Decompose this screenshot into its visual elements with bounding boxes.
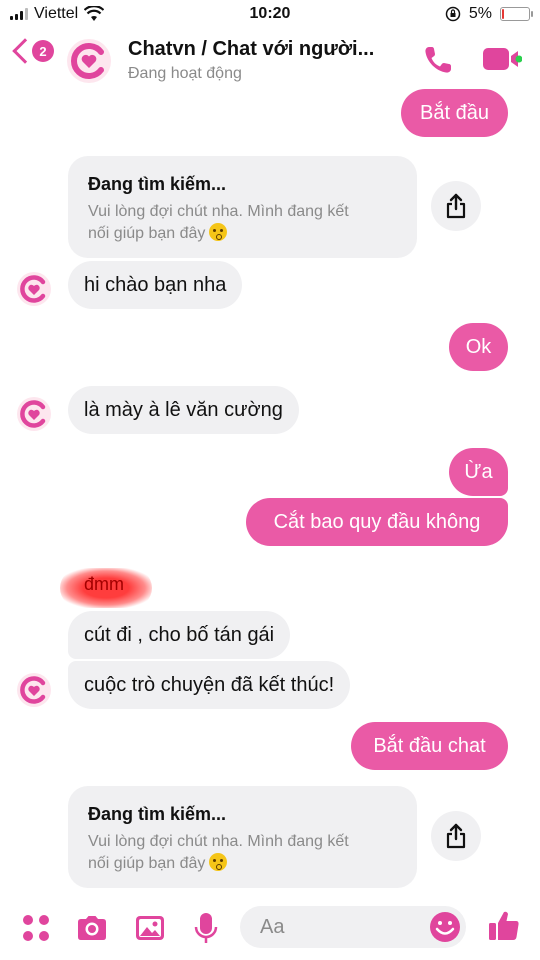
message-outgoing[interactable]: Ok	[449, 323, 508, 371]
orientation-lock-icon	[445, 6, 461, 22]
phone-call-icon[interactable]	[420, 42, 456, 78]
status-card: Đang tìm kiếm... Vui lòng đợi chút nha. …	[68, 156, 417, 258]
active-status: Đang hoạt động	[128, 65, 242, 82]
avatar[interactable]	[16, 396, 52, 432]
status-right: 5%	[445, 5, 533, 23]
card-body-line: Vui lòng đợi chút nha. Mình đang kết	[88, 833, 349, 850]
redacted-reply-tag: đmm	[84, 574, 124, 594]
card-body-line2-text: nối giúp bạn đây	[88, 225, 206, 242]
message-incoming[interactable]: hi chào bạn nha	[68, 261, 243, 309]
card-body-line: Vui lòng đợi chút nha. Mình đang kết	[88, 203, 349, 220]
chevron-left-icon	[12, 38, 38, 64]
message-outgoing[interactable]: Cắt bao quy đầu không	[246, 498, 508, 546]
avatar[interactable]	[16, 271, 52, 307]
card-body-line-2: nối giúp bạn đây	[88, 853, 397, 875]
avatar[interactable]	[66, 38, 112, 84]
emoji-icon[interactable]	[428, 910, 462, 944]
card-title: Đang tìm kiếm...	[88, 174, 227, 194]
message-outgoing[interactable]: Bắt đầu chat	[351, 722, 508, 770]
card-body-line2-text: nối giúp bạn đây	[88, 855, 206, 872]
message-incoming[interactable]: cuộc trò chuyện đã kết thúc!	[68, 661, 351, 709]
battery-level	[502, 9, 504, 19]
image-gallery-icon[interactable]	[132, 910, 168, 946]
video-call-icon[interactable]	[482, 44, 522, 74]
hushed-face-emoji-icon	[209, 853, 228, 871]
battery-percent: 5%	[468, 5, 492, 22]
camera-icon[interactable]	[74, 910, 110, 946]
message-outgoing[interactable]: Bắt đầu	[401, 89, 508, 137]
composer-bar	[0, 900, 540, 960]
chat-title[interactable]: Chatvn / Chat với người...	[128, 38, 374, 61]
share-icon	[446, 193, 466, 219]
message-incoming[interactable]: cút đi , cho bố tán gái	[68, 611, 291, 659]
message-incoming[interactable]: là mày à lê văn cường	[68, 386, 299, 434]
thumbs-up-icon[interactable]	[486, 908, 522, 944]
share-button[interactable]	[431, 811, 481, 861]
hushed-face-emoji-icon	[209, 223, 228, 241]
card-title: Đang tìm kiếm...	[88, 804, 227, 824]
status-card: Đang tìm kiếm... Vui lòng đợi chút nha. …	[68, 786, 417, 888]
message-outgoing[interactable]: Ừa	[449, 448, 508, 496]
message-input[interactable]	[240, 906, 400, 948]
card-body-line-2: nối giúp bạn đây	[88, 223, 397, 245]
status-bar: Viettel 10:20 5%	[0, 0, 540, 30]
apps-grid-icon[interactable]	[18, 910, 54, 946]
chat-header: 2 Chatvn / Chat với người... Đang hoạt đ…	[0, 30, 540, 90]
battery-icon	[500, 7, 533, 21]
back-button[interactable]: 2	[10, 38, 54, 64]
share-icon	[446, 823, 466, 849]
avatar[interactable]	[16, 672, 52, 708]
share-button[interactable]	[431, 181, 481, 231]
microphone-icon[interactable]	[188, 910, 224, 946]
